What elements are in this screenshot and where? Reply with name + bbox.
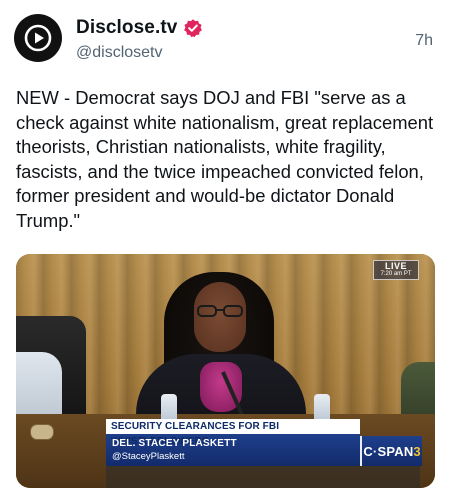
play-logo-icon bbox=[24, 24, 52, 52]
tweet-header: Disclose.tv @disclosetv 7h bbox=[0, 0, 451, 82]
chyron-name-block: DEL. STACEY PLASKETT @StaceyPlaskett bbox=[106, 434, 360, 466]
avatar[interactable] bbox=[14, 14, 62, 62]
name-row: Disclose.tv bbox=[76, 16, 203, 40]
verified-badge-icon bbox=[183, 18, 203, 38]
live-indicator: LIVE 7:20 am PT bbox=[373, 260, 419, 280]
live-time: 7:20 am PT bbox=[380, 271, 412, 277]
post-timestamp[interactable]: 7h bbox=[415, 32, 433, 50]
chyron: SECURITY CLEARANCES FOR FBI WHISTLEBLOWE… bbox=[106, 419, 360, 466]
chyron-handle: @StaceyPlaskett bbox=[112, 451, 185, 462]
user-handle[interactable]: @disclosetv bbox=[76, 44, 163, 62]
network-name: C·SPAN bbox=[363, 443, 414, 459]
display-name[interactable]: Disclose.tv bbox=[76, 17, 177, 39]
glasses-icon bbox=[197, 305, 243, 317]
live-label: LIVE bbox=[384, 261, 407, 271]
lower-band bbox=[106, 466, 420, 488]
tweet-text: NEW - Democrat says DOJ and FBI "serve a… bbox=[16, 87, 434, 231]
video-thumbnail[interactable]: LIVE 7:20 am PT SECURITY CLEARANCES FOR … bbox=[16, 254, 435, 488]
network-number: 3 bbox=[413, 443, 421, 459]
chyron-title: SECURITY CLEARANCES FOR FBI WHISTLEBLOWE… bbox=[106, 419, 360, 447]
seal-icon bbox=[30, 424, 54, 440]
cspan-logo: C·SPAN 3 bbox=[360, 436, 422, 466]
